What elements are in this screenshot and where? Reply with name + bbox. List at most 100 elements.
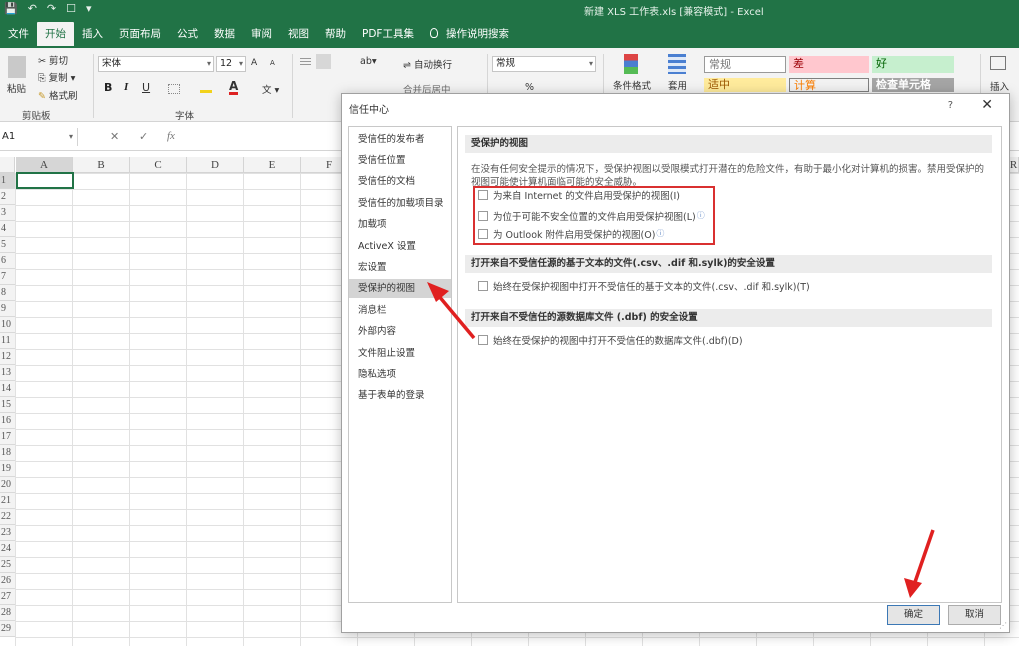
tab-file[interactable]: 文件 — [0, 22, 37, 46]
active-cell[interactable] — [16, 172, 74, 189]
row-header[interactable]: 5 — [0, 237, 15, 253]
column-header[interactable]: D — [187, 157, 244, 173]
nav-trusted-locations[interactable]: 受信任位置 — [349, 151, 451, 170]
style-good[interactable]: 好 — [872, 56, 954, 73]
align-middle-icon[interactable] — [316, 54, 331, 69]
enter-entry-icon[interactable]: ✓ — [139, 130, 148, 143]
nav-trusted-documents[interactable]: 受信任的文档 — [349, 172, 451, 191]
style-bad[interactable]: 差 — [789, 56, 869, 73]
grow-font-button[interactable]: A — [251, 58, 257, 68]
row-header[interactable]: 9 — [0, 301, 15, 317]
cancel-button[interactable]: 取消 — [948, 605, 1001, 625]
percent-button[interactable]: % — [525, 82, 534, 93]
resize-grip-icon[interactable]: ⋰ — [999, 621, 1007, 630]
customize-toolbar-icon[interactable]: ▾ — [86, 2, 92, 15]
nav-protected-view[interactable]: 受保护的视图 — [349, 279, 451, 298]
option-text-files[interactable]: 始终在受保护视图中打开不受信任的基于文本的文件(.csv、.dif 和.sylk… — [478, 281, 810, 295]
row-header[interactable]: 15 — [0, 397, 15, 413]
row-header[interactable]: 16 — [0, 413, 15, 429]
row-header[interactable]: 13 — [0, 365, 15, 381]
row-header[interactable]: 27 — [0, 589, 15, 605]
close-icon[interactable]: ✕ — [981, 97, 993, 113]
checkbox[interactable] — [478, 335, 488, 345]
row-header[interactable]: 22 — [0, 509, 15, 525]
conditional-format-button[interactable]: 条件格式 — [613, 78, 651, 92]
copy-button[interactable]: ⎘ 复制 ▾ — [38, 70, 75, 84]
paste-button[interactable]: 粘贴 — [7, 81, 26, 95]
tab-review[interactable]: 审阅 — [243, 22, 280, 46]
row-header[interactable]: 11 — [0, 333, 15, 349]
nav-message-bar[interactable]: 消息栏 — [349, 301, 451, 320]
help-icon[interactable]: ? — [948, 100, 953, 111]
underline-button[interactable]: U — [142, 81, 150, 94]
phonetic-icon[interactable]: 文 ▾ — [262, 82, 279, 96]
ok-button[interactable]: 确定 — [887, 605, 940, 625]
format-as-table-icon[interactable] — [668, 54, 686, 74]
row-header[interactable]: 3 — [0, 205, 15, 221]
tab-page-layout[interactable]: 页面布局 — [111, 22, 169, 46]
nav-trusted-addin-catalogs[interactable]: 受信任的加载项目录 — [349, 194, 451, 213]
style-check-cell[interactable]: 检查单元格 — [872, 78, 954, 92]
wrap-text-button[interactable]: ⇌ 自动换行 — [403, 57, 452, 71]
row-header[interactable]: 1 — [0, 173, 15, 189]
row-header[interactable]: 2 — [0, 189, 15, 205]
tab-help[interactable]: 帮助 — [317, 22, 354, 46]
orientation-icon[interactable]: ab▾ — [360, 56, 377, 67]
row-header[interactable]: 7 — [0, 269, 15, 285]
align-top-icon[interactable] — [300, 58, 311, 66]
row-header[interactable]: 26 — [0, 573, 15, 589]
redo-icon[interactable]: ↷ — [47, 2, 56, 15]
tab-formulas[interactable]: 公式 — [169, 22, 206, 46]
option-database-files[interactable]: 始终在受保护的视图中打开不受信任的数据库文件(.dbf)(D) — [478, 335, 743, 349]
column-header[interactable]: B — [73, 157, 130, 173]
tab-home[interactable]: 开始 — [37, 22, 74, 46]
row-header[interactable]: 25 — [0, 557, 15, 573]
row-header[interactable]: 12 — [0, 349, 15, 365]
nav-macro-settings[interactable]: 宏设置 — [349, 258, 451, 277]
checkbox[interactable] — [478, 281, 488, 291]
nav-external-content[interactable]: 外部内容 — [349, 322, 451, 341]
number-format-select[interactable]: 常规 — [492, 56, 596, 72]
insert-cells-button[interactable]: 插入 — [990, 79, 1009, 93]
undo-icon[interactable]: ↶ — [28, 2, 37, 15]
row-header[interactable]: 29 — [0, 621, 15, 637]
tell-me-search[interactable]: 操作说明搜索 — [422, 22, 517, 46]
tab-insert[interactable]: 插入 — [74, 22, 111, 46]
column-header[interactable]: E — [244, 157, 301, 173]
row-header[interactable]: 28 — [0, 605, 15, 621]
italic-button[interactable]: I — [124, 81, 128, 93]
borders-icon[interactable] — [168, 84, 180, 94]
nav-trusted-publishers[interactable]: 受信任的发布者 — [349, 130, 451, 149]
row-header[interactable]: 23 — [0, 525, 15, 541]
print-preview-icon[interactable]: ☐ — [66, 2, 76, 15]
font-color-button[interactable]: A — [229, 80, 239, 95]
insert-cells-icon[interactable] — [990, 56, 1006, 70]
row-header[interactable]: 18 — [0, 445, 15, 461]
cancel-entry-icon[interactable]: ✕ — [110, 130, 119, 143]
style-normal[interactable]: 常规 — [704, 56, 786, 73]
row-header[interactable]: 20 — [0, 477, 15, 493]
column-header[interactable]: C — [130, 157, 187, 173]
save-icon[interactable]: 💾 — [4, 2, 18, 15]
select-all-corner[interactable] — [0, 157, 15, 173]
style-neutral[interactable]: 适中 — [704, 78, 786, 92]
paste-icon[interactable] — [8, 56, 26, 78]
insert-function-icon[interactable]: fx — [167, 130, 175, 142]
nav-addins[interactable]: 加载项 — [349, 215, 451, 234]
font-size-select[interactable]: 12 — [216, 56, 246, 72]
row-header[interactable]: 4 — [0, 221, 15, 237]
column-header[interactable]: A — [16, 157, 73, 173]
row-header[interactable]: 6 — [0, 253, 15, 269]
row-header[interactable]: 24 — [0, 541, 15, 557]
tab-pdf-tools[interactable]: PDF工具集 — [354, 22, 422, 46]
row-header[interactable]: 14 — [0, 381, 15, 397]
format-painter-button[interactable]: ✎ 格式刷 — [38, 88, 78, 102]
conditional-format-icon[interactable] — [624, 54, 638, 74]
font-name-select[interactable]: 宋体 — [98, 56, 214, 72]
tab-view[interactable]: 视图 — [280, 22, 317, 46]
style-calculation[interactable]: 计算 — [789, 78, 869, 92]
name-box[interactable]: A1 — [0, 128, 78, 146]
row-header[interactable]: 8 — [0, 285, 15, 301]
row-header[interactable]: 21 — [0, 493, 15, 509]
bold-button[interactable]: B — [104, 81, 112, 94]
